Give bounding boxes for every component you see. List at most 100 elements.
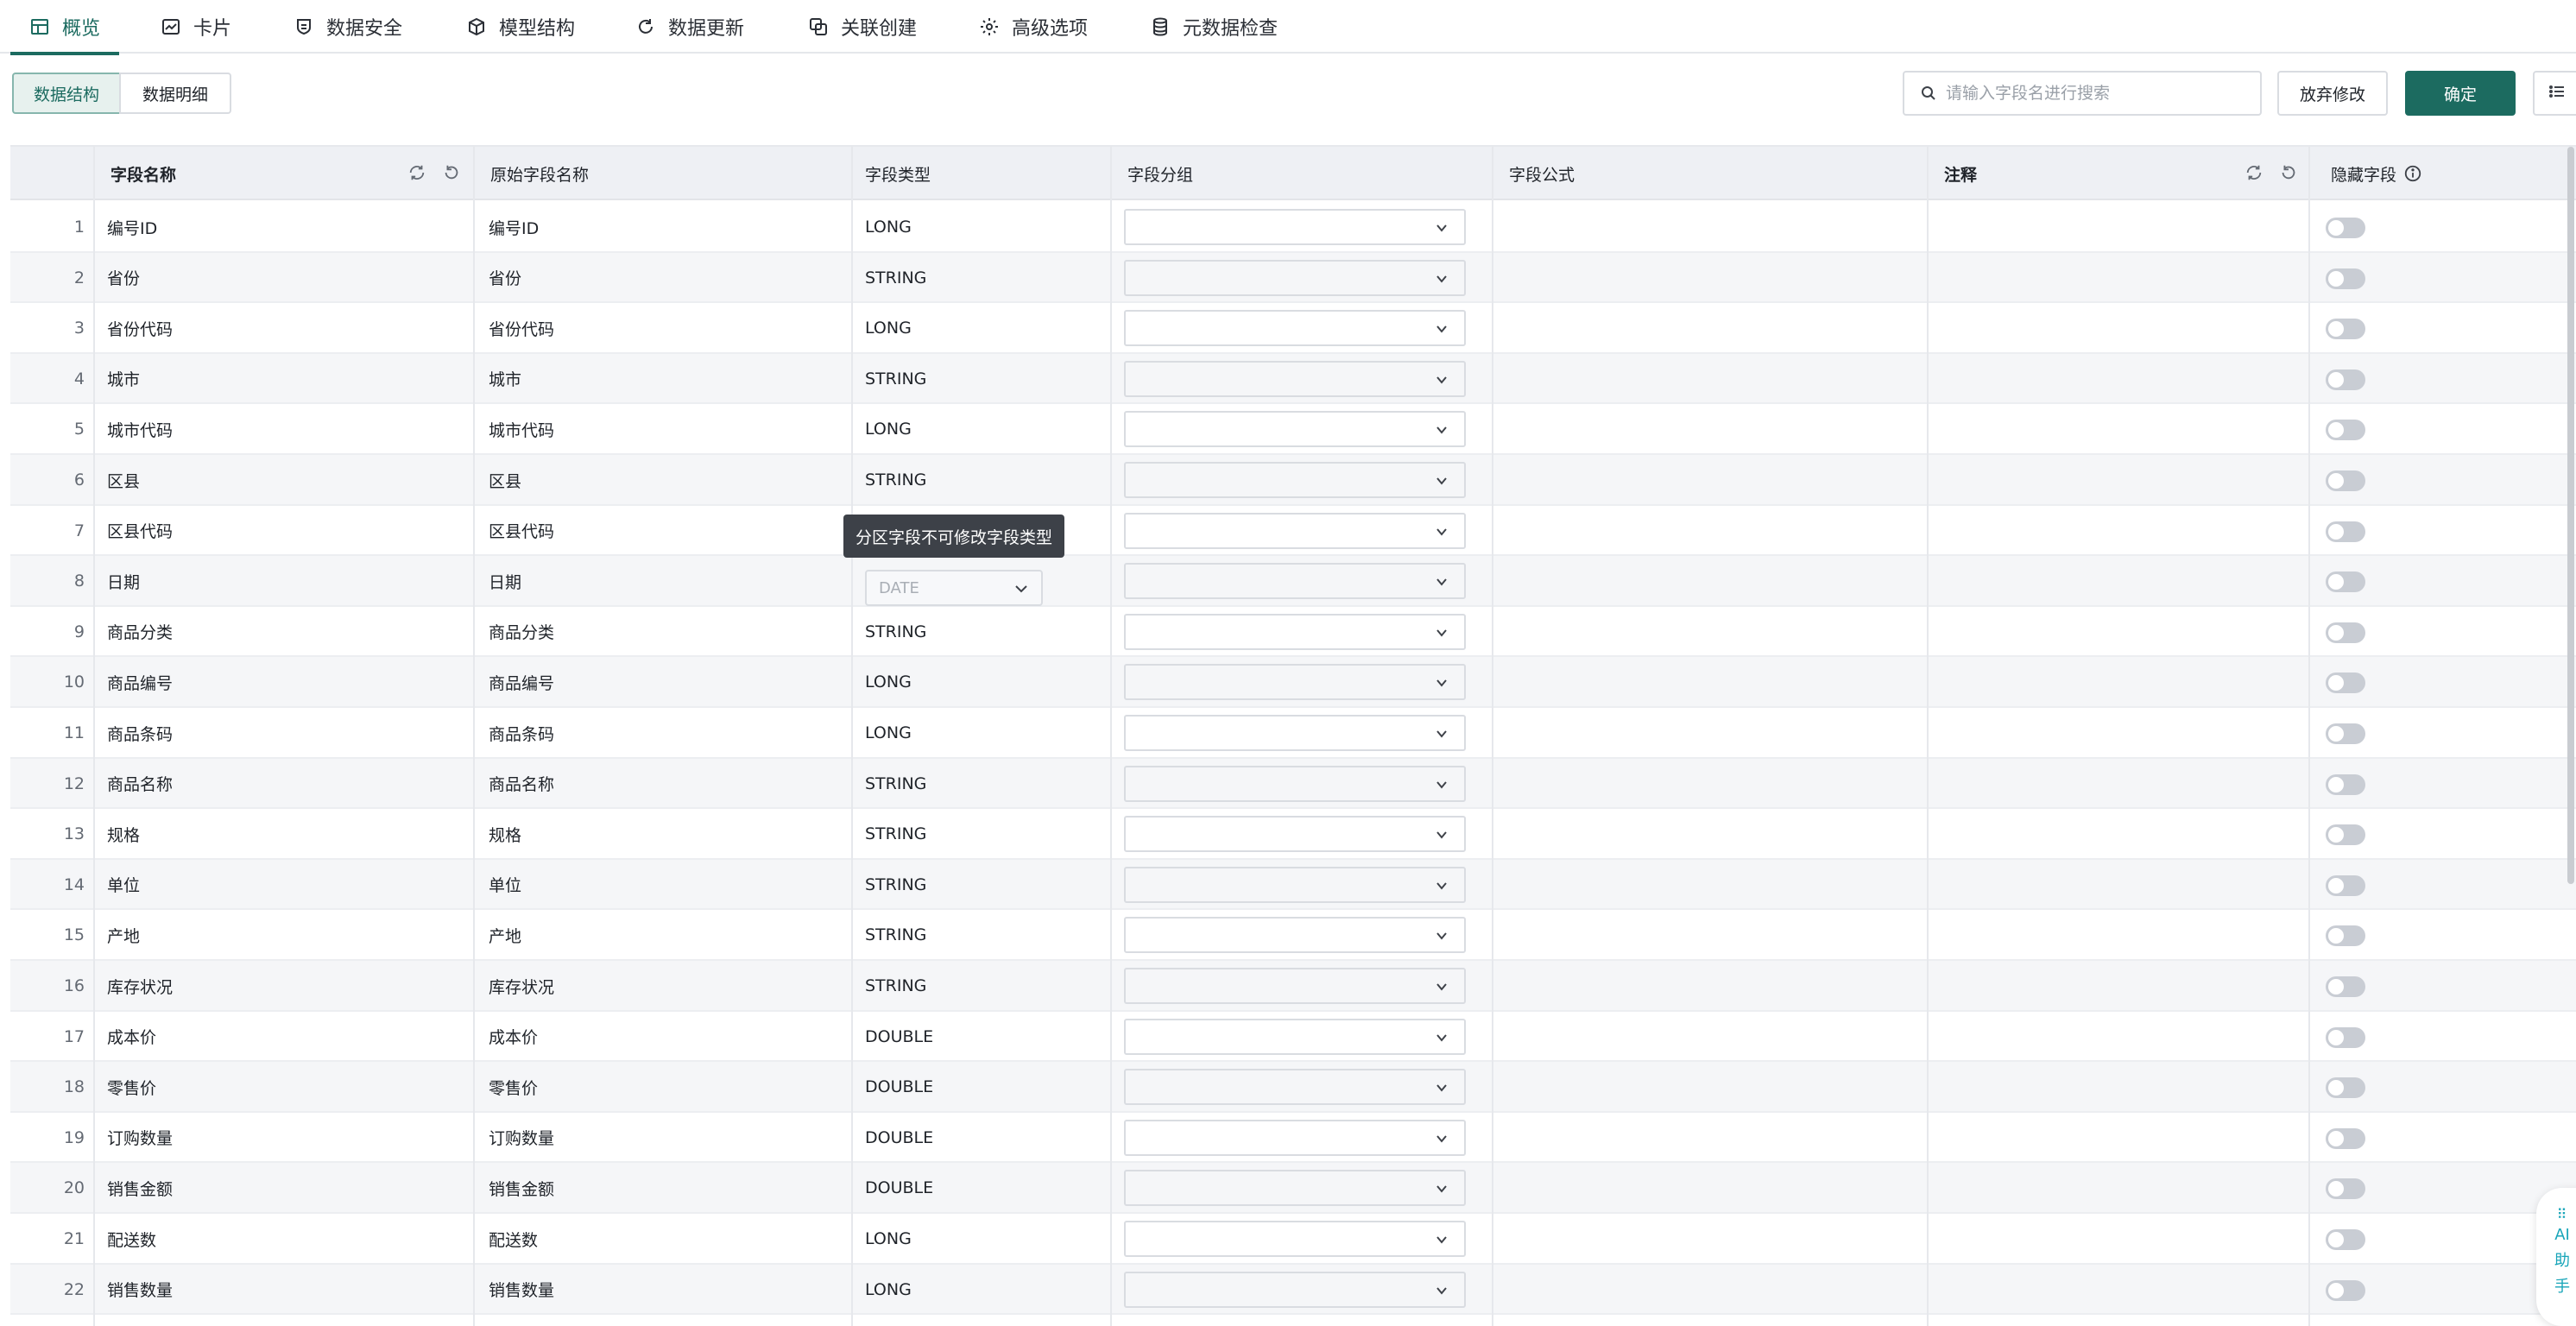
comment-cell[interactable] [1944,1214,2298,1264]
comment-cell[interactable] [1944,1062,2298,1112]
field-name-cell[interactable]: 单位 [107,860,461,910]
hidden-field-toggle[interactable] [2326,571,2365,593]
hidden-field-toggle[interactable] [2326,875,2365,896]
hidden-field-toggle[interactable] [2326,218,2365,238]
hidden-field-toggle[interactable] [2326,723,2365,744]
hidden-field-toggle[interactable] [2326,1229,2365,1250]
field-group-dropdown[interactable] [1124,816,1466,853]
field-group-dropdown[interactable] [1124,613,1466,650]
field-name-cell[interactable]: 城市代码 [107,404,461,454]
comment-cell[interactable] [1944,1012,2298,1062]
field-name-cell[interactable]: 商品编号 [107,657,461,707]
field-group-dropdown[interactable] [1124,1119,1466,1156]
sync-icon[interactable] [407,163,426,186]
hidden-field-toggle[interactable] [2326,521,2365,542]
hidden-field-toggle[interactable] [2326,824,2365,846]
comment-cell[interactable] [1944,910,2298,960]
search-input[interactable] [1946,84,2257,103]
field-group-dropdown[interactable] [1124,512,1466,549]
hidden-field-toggle[interactable] [2326,672,2365,694]
hidden-field-toggle[interactable] [2326,1279,2365,1301]
hidden-field-toggle[interactable] [2326,319,2365,340]
field-name-cell[interactable]: 城市 [107,354,461,404]
field-group-dropdown[interactable] [1124,1221,1466,1257]
tab-data-security[interactable]: 数据安全 [294,0,402,54]
vertical-scrollbar[interactable] [2567,147,2574,884]
hidden-field-toggle[interactable] [2326,470,2365,491]
field-name-cell[interactable]: 商品条码 [107,708,461,758]
sync-icon[interactable] [2245,163,2263,186]
field-name-cell[interactable]: 商品分类 [107,607,461,657]
comment-cell[interactable] [1944,506,2298,556]
field-group-dropdown[interactable] [1124,1271,1466,1308]
field-name-cell[interactable]: 商品名称 [107,759,461,809]
hidden-field-toggle[interactable] [2326,369,2365,390]
field-group-dropdown[interactable] [1124,209,1466,245]
comment-cell[interactable] [1944,961,2298,1011]
discard-changes-button[interactable]: 放弃修改 [2277,71,2388,116]
field-name-cell[interactable]: 编号ID [107,202,461,252]
field-group-dropdown[interactable] [1124,259,1466,296]
field-name-cell[interactable]: 省份代码 [107,303,461,353]
tab-data-update[interactable]: 数据更新 [635,0,744,54]
comment-cell[interactable] [1944,202,2298,252]
field-name-cell[interactable]: 省份 [107,253,461,303]
comment-cell[interactable] [1944,657,2298,707]
field-group-dropdown[interactable] [1124,563,1466,600]
ai-assistant-button[interactable]: ⠿ AI 助 手 [2536,1188,2576,1326]
field-group-dropdown[interactable] [1124,310,1466,347]
field-name-cell[interactable]: 销售金额 [107,1163,461,1213]
hidden-field-toggle[interactable] [2326,1026,2365,1048]
comment-cell[interactable] [1944,253,2298,303]
view-structure-button[interactable]: 数据结构 [12,73,121,114]
field-group-dropdown[interactable] [1124,1069,1466,1106]
comment-cell[interactable] [1944,1113,2298,1163]
field-group-dropdown[interactable] [1124,866,1466,903]
hidden-field-toggle[interactable] [2326,622,2365,643]
comment-cell[interactable] [1944,607,2298,657]
comment-cell[interactable] [1944,303,2298,353]
field-group-dropdown[interactable] [1124,917,1466,954]
tab-overview[interactable]: 概览 [9,0,120,55]
comment-cell[interactable] [1944,1265,2298,1315]
hidden-field-toggle[interactable] [2326,420,2365,441]
field-group-dropdown[interactable] [1124,411,1466,448]
field-group-dropdown[interactable] [1124,1018,1466,1055]
tab-model-structure[interactable]: 模型结构 [466,0,575,54]
field-name-cell[interactable]: 配送数 [107,1214,461,1264]
field-name-cell[interactable]: 订购数量 [107,1113,461,1163]
reset-icon[interactable] [2279,163,2298,186]
tab-card[interactable]: 卡片 [161,0,231,54]
tab-advanced-options[interactable]: 高级选项 [979,0,1088,54]
field-group-dropdown[interactable] [1124,968,1466,1004]
comment-cell[interactable] [1944,809,2298,859]
field-name-cell[interactable]: 区县 [107,455,461,505]
comment-cell[interactable] [1944,1163,2298,1213]
field-group-dropdown[interactable] [1124,462,1466,498]
tab-metadata-check[interactable]: 元数据检查 [1150,0,1278,54]
field-name-cell[interactable]: 零售价 [107,1062,461,1112]
comment-cell[interactable] [1944,455,2298,505]
confirm-button[interactable]: 确定 [2405,71,2516,116]
hidden-field-toggle[interactable] [2326,1178,2365,1200]
info-icon[interactable] [2403,164,2422,183]
hidden-field-toggle[interactable] [2326,1127,2365,1149]
field-group-dropdown[interactable] [1124,765,1466,802]
hidden-field-toggle[interactable] [2326,1077,2365,1099]
field-type-select[interactable]: DATE [865,570,1043,606]
field-name-cell[interactable]: 库存状况 [107,961,461,1011]
field-name-cell[interactable]: 规格 [107,809,461,859]
field-name-cell[interactable]: 销售数量 [107,1265,461,1315]
comment-cell[interactable] [1944,759,2298,809]
hidden-field-toggle[interactable] [2326,774,2365,795]
comment-cell[interactable] [1944,556,2298,606]
comment-cell[interactable] [1944,708,2298,758]
hidden-field-toggle[interactable] [2326,976,2365,997]
field-group-dropdown[interactable] [1124,664,1466,701]
field-name-cell[interactable]: 成本价 [107,1012,461,1062]
field-group-dropdown[interactable] [1124,1170,1466,1207]
field-group-dropdown[interactable] [1124,715,1466,751]
comment-cell[interactable] [1944,860,2298,910]
field-name-cell[interactable]: 日期 [107,556,461,606]
field-name-cell[interactable]: 区县代码 [107,506,461,556]
